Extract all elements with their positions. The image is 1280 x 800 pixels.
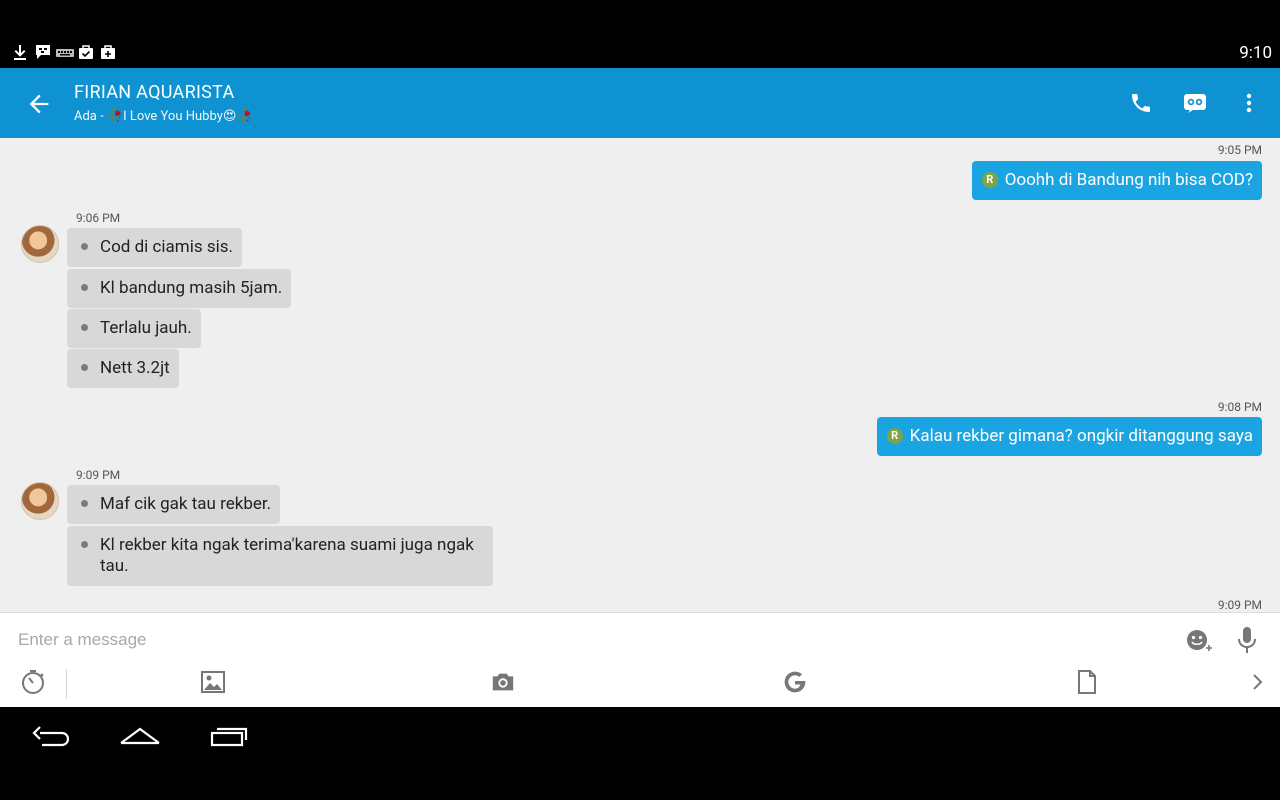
received-message[interactable]: Terlalu jauh. (67, 309, 201, 348)
message-text: Ooohh di Bandung nih bisa COD? (1004, 170, 1253, 190)
nav-recents-button[interactable] (208, 721, 252, 753)
message-timestamp: 9:09 PM (76, 468, 121, 482)
message-text: Cod di ciamis sis. (100, 237, 233, 257)
bag-icon (100, 44, 116, 60)
message-timestamp: 9:05 PM (1217, 143, 1262, 157)
clock: 9:10 (1239, 43, 1272, 63)
read-receipt-icon: R (981, 172, 998, 188)
timer-icon (22, 670, 44, 694)
bbm-notification-icon (34, 44, 50, 60)
google-search-button[interactable] (782, 669, 808, 695)
more-icon (1246, 93, 1252, 113)
message-text: Kl bandung masih 5jam. (100, 278, 283, 298)
chevron-right-icon (1253, 674, 1263, 690)
contact-avatar[interactable] (21, 225, 59, 263)
contact-status: Ada - 🥀I Love You Hubby😍🥀 (74, 109, 253, 124)
sent-message[interactable]: R Kalau rekber gimana? ongkir ditanggung… (876, 417, 1262, 456)
gallery-button[interactable] (200, 669, 226, 695)
download-icon (12, 44, 28, 60)
contact-avatar[interactable] (21, 482, 59, 520)
file-attach-button[interactable] (1074, 669, 1100, 695)
message-text: Nett 3.2jt (100, 358, 170, 378)
toolbar-divider (66, 669, 67, 699)
timed-message-button[interactable] (20, 669, 46, 695)
received-message[interactable]: Cod di ciamis sis. (67, 228, 242, 267)
received-message[interactable]: Kl bandung masih 5jam. (67, 269, 292, 308)
back-button[interactable] (24, 90, 54, 118)
more-options-button[interactable] (1236, 90, 1262, 116)
recents-icon (210, 727, 248, 747)
received-message[interactable]: Nett 3.2jt (67, 349, 179, 388)
read-receipt-icon: R (886, 428, 903, 444)
conversation-header: FIRIAN AQUARISTA Ada - 🥀I Love You Hubby… (0, 68, 1280, 138)
emoji-icon (1187, 630, 1212, 651)
arrow-left-icon (29, 94, 49, 114)
contact-name[interactable]: FIRIAN AQUARISTA (74, 82, 235, 103)
more-attachments-button[interactable] (1244, 669, 1270, 695)
message-text: Maf cik gak tau rekber. (100, 494, 272, 514)
bag-check-icon (78, 44, 94, 60)
camera-button[interactable] (490, 669, 516, 695)
call-button[interactable] (1128, 90, 1154, 116)
message-list[interactable]: 9:05 PM R Ooohh di Bandung nih bisa COD?… (0, 138, 1280, 612)
keyboard-icon (56, 44, 74, 60)
system-navigation-bar (0, 707, 1280, 800)
sent-message[interactable]: R Ooohh di Bandung nih bisa COD? (971, 161, 1262, 200)
message-timestamp: 9:09 PM (1217, 598, 1262, 612)
received-message[interactable]: Maf cik gak tau rekber. (67, 485, 281, 524)
nav-home-button[interactable] (118, 721, 162, 753)
home-icon (120, 727, 160, 745)
microphone-icon (1238, 627, 1256, 653)
message-timestamp: 9:06 PM (76, 211, 121, 225)
back-icon (32, 726, 70, 747)
notification-icons (12, 44, 116, 60)
camera-icon (492, 673, 514, 691)
message-composer (0, 612, 1280, 707)
nav-back-button[interactable] (30, 721, 74, 753)
phone-icon (1132, 94, 1150, 112)
received-message[interactable]: Kl rekber kita ngak terima'karena suami … (67, 526, 493, 586)
status-bar: 9:10 (0, 0, 1280, 68)
emoji-button[interactable] (1184, 625, 1214, 655)
message-timestamp: 9:08 PM (1217, 400, 1262, 414)
message-text: Kl rekber kita ngak terima'karena suami … (100, 535, 474, 576)
image-icon (201, 671, 225, 693)
message-text: Terlalu jauh. (100, 318, 192, 338)
file-icon (1078, 670, 1096, 694)
header-actions (1128, 90, 1262, 116)
google-icon (784, 671, 806, 693)
message-input[interactable] (18, 629, 1138, 651)
video-chat-button[interactable] (1182, 90, 1208, 116)
voice-note-button[interactable] (1234, 625, 1260, 655)
video-icon (1184, 94, 1206, 113)
message-text: Kalau rekber gimana? ongkir ditanggung s… (909, 426, 1253, 446)
